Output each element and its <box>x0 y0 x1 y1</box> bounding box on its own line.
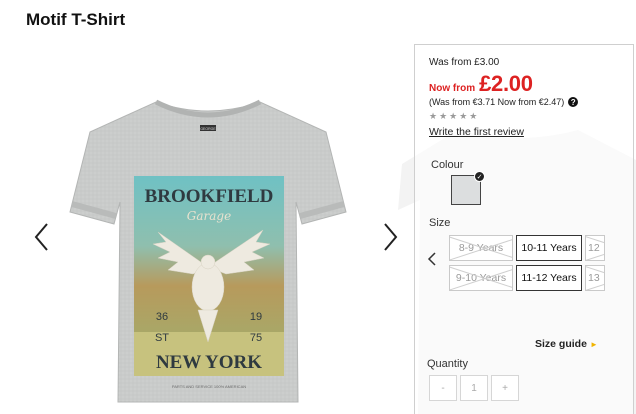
now-price-row: Now from £2.00 <box>429 71 533 97</box>
quantity-stepper: - 1 + <box>429 375 522 401</box>
was-price: Was from £3.00 <box>429 57 500 68</box>
purchase-panel: Was from £3.00 Now from £2.00 (Was from … <box>414 44 634 414</box>
quantity-label: Quantity <box>427 358 468 370</box>
euro-price-note: (Was from €3.71 Now from €2.47) ? <box>429 97 579 107</box>
product-gallery: GEORGE BROOKFIELD Garage 36 ST 19 75 NEW… <box>28 40 412 414</box>
gallery-next-button[interactable] <box>380 220 400 254</box>
now-price: £2.00 <box>479 71 533 96</box>
print-number-text: 36 <box>156 311 168 323</box>
print-city-text: NEW YORK <box>156 352 262 373</box>
print-tagline-text: PARTS AND SERVICE 100% AMERICAN <box>172 384 246 389</box>
colour-label: Colour <box>431 159 464 171</box>
size-prev-button[interactable] <box>427 251 437 267</box>
chevron-right-icon <box>384 223 398 251</box>
size-guide-link[interactable]: Size guide ► <box>535 338 598 350</box>
size-option[interactable]: 13 <box>585 265 605 291</box>
size-option[interactable]: 10-11 Years <box>516 235 582 261</box>
tshirt-image: GEORGE BROOKFIELD Garage 36 ST 19 75 NEW… <box>69 99 347 403</box>
quantity-decrease-button[interactable]: - <box>429 375 457 401</box>
size-guide-label: Size guide <box>535 338 587 350</box>
print-brand-text: BROOKFIELD <box>145 186 274 207</box>
size-option[interactable]: 12 <box>585 235 605 261</box>
chevron-left-icon <box>34 223 48 251</box>
help-icon[interactable]: ? <box>568 97 579 107</box>
colour-swatch-grey[interactable]: ✓ <box>451 171 485 205</box>
print-script-text: Garage <box>187 209 231 223</box>
print-number-text: ST <box>155 332 169 344</box>
quantity-increase-button[interactable]: + <box>491 375 519 401</box>
size-label: Size <box>429 217 451 229</box>
quantity-input[interactable]: 1 <box>460 375 488 401</box>
chevron-left-icon <box>427 252 436 266</box>
euro-price-text: (Was from €3.71 Now from €2.47) <box>429 97 565 107</box>
page-title: Motif T-Shirt <box>26 10 126 29</box>
size-option[interactable]: 8-9 Years <box>449 235 513 261</box>
check-icon: ✓ <box>474 171 485 182</box>
print-number-text: 19 <box>250 311 262 323</box>
size-option[interactable]: 11-12 Years <box>516 265 582 291</box>
now-price-label: Now from <box>429 83 476 94</box>
rating-stars: ★★★★★ <box>429 111 480 121</box>
print-number-text: 75 <box>250 332 262 344</box>
brand-label-text: GEORGE <box>200 127 216 131</box>
arrow-right-icon: ► <box>589 339 598 349</box>
gallery-prev-button[interactable] <box>32 220 52 254</box>
size-option[interactable]: 9-10 Years <box>449 265 513 291</box>
write-review-link[interactable]: Write the first review <box>429 126 524 138</box>
